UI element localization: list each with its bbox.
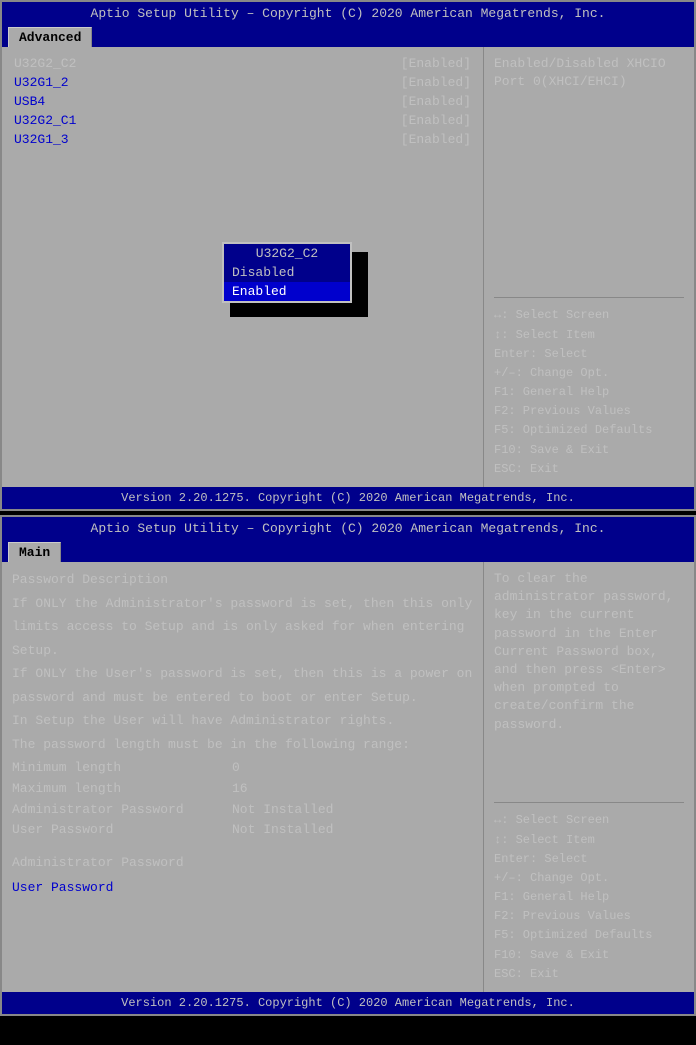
popup-title: U32G2_C2 [224, 244, 350, 263]
shortcut2-enter-select: Enter: Select [494, 850, 684, 869]
shortcut-save-exit: F10: Save & Exit [494, 441, 684, 460]
shortcut-change-opt: +/–: Change Opt. [494, 364, 684, 383]
screen2-title: Aptio Setup Utility – Copyright (C) 2020… [2, 517, 694, 540]
shortcut2-change-opt: +/–: Change Opt. [494, 869, 684, 888]
screen2-shortcuts: ↔: Select Screen ↕: Select Item Enter: S… [494, 811, 684, 984]
screen2-divider [494, 802, 684, 803]
screen1: Aptio Setup Utility – Copyright (C) 2020… [0, 0, 696, 511]
screen2-right-panel: To clear the administrator password, key… [484, 562, 694, 992]
screen2: Aptio Setup Utility – Copyright (C) 2020… [0, 515, 696, 1016]
shortcut-enter-select: Enter: Select [494, 345, 684, 364]
screen2-left-panel: Password Description If ONLY the Adminis… [2, 562, 484, 992]
desc-line-5: password and must be entered to boot or … [12, 688, 473, 708]
row-min-length: Minimum length 0 [12, 758, 473, 779]
shortcut2-select-item: ↕: Select Item [494, 831, 684, 850]
desc-line-7: The password length must be in the follo… [12, 735, 473, 755]
menu-item-u32g2c1[interactable]: U32G2_C1 [Enabled] [12, 112, 473, 129]
desc-line-4: If ONLY the User's password is set, then… [12, 664, 473, 684]
shortcut2-previous-values: F2: Previous Values [494, 907, 684, 926]
admin-password-link[interactable]: Administrator Password [12, 855, 473, 870]
screen1-help-text: Enabled/Disabled XHCIO Port 0(XHCI/EHCI) [494, 55, 684, 289]
screen1-title: Aptio Setup Utility – Copyright (C) 2020… [2, 2, 694, 25]
desc-line-3: Setup. [12, 641, 473, 661]
user-password-link[interactable]: User Password [12, 880, 473, 895]
popup-option-disabled[interactable]: Disabled [224, 263, 350, 282]
row-max-length: Maximum length 16 [12, 779, 473, 800]
shortcut-select-screen: ↔: Select Screen [494, 306, 684, 325]
shortcut2-general-help: F1: General Help [494, 888, 684, 907]
desc-line-6: In Setup the User will have Administrato… [12, 711, 473, 731]
screen2-tab-row: Main [2, 540, 694, 562]
shortcut2-select-screen: ↔: Select Screen [494, 811, 684, 830]
shortcut2-optimized-defaults: F5: Optimized Defaults [494, 926, 684, 945]
shortcut-previous-values: F2: Previous Values [494, 402, 684, 421]
screen1-right-panel: Enabled/Disabled XHCIO Port 0(XHCI/EHCI)… [484, 47, 694, 487]
shortcut-optimized-defaults: F5: Optimized Defaults [494, 421, 684, 440]
shortcut-select-item: ↕: Select Item [494, 326, 684, 345]
screen1-footer: Version 2.20.1275. Copyright (C) 2020 Am… [2, 487, 694, 509]
row-user-password: User Password Not Installed [12, 820, 473, 841]
popup-option-enabled[interactable]: Enabled [224, 282, 350, 301]
screen2-help-text: To clear the administrator password, key… [494, 570, 684, 794]
desc-line-2: limits access to Setup and is only asked… [12, 617, 473, 637]
tab-advanced[interactable]: Advanced [8, 27, 92, 47]
tab-main[interactable]: Main [8, 542, 61, 562]
shortcut-esc-exit: ESC: Exit [494, 460, 684, 479]
dropdown-popup: U32G2_C2 Disabled Enabled [222, 242, 352, 303]
screen2-content: Password Description If ONLY the Adminis… [2, 562, 694, 992]
screen2-footer: Version 2.20.1275. Copyright (C) 2020 Am… [2, 992, 694, 1014]
menu-item-u32g1-2[interactable]: U32G1_2 [Enabled] [12, 74, 473, 91]
screen1-shortcuts: ↔: Select Screen ↕: Select Item Enter: S… [494, 306, 684, 479]
desc-line-1: If ONLY the Administrator's password is … [12, 594, 473, 614]
screen1-left-panel: U32G2_C2 [Enabled] U32G1_2 [Enabled] USB… [2, 47, 484, 487]
menu-item-u32g2c2[interactable]: U32G2_C2 [Enabled] [12, 55, 473, 72]
screen1-divider [494, 297, 684, 298]
desc-line-0: Password Description [12, 570, 473, 590]
menu-item-u32g1-3[interactable]: U32G1_3 [Enabled] [12, 131, 473, 148]
shortcut-general-help: F1: General Help [494, 383, 684, 402]
screen1-content: U32G2_C2 [Enabled] U32G1_2 [Enabled] USB… [2, 47, 694, 487]
menu-item-usb4[interactable]: USB4 [Enabled] [12, 93, 473, 110]
shortcut2-save-exit: F10: Save & Exit [494, 946, 684, 965]
screen1-tab-row: Advanced [2, 25, 694, 47]
row-admin-password: Administrator Password Not Installed [12, 800, 473, 821]
shortcut2-esc-exit: ESC: Exit [494, 965, 684, 984]
